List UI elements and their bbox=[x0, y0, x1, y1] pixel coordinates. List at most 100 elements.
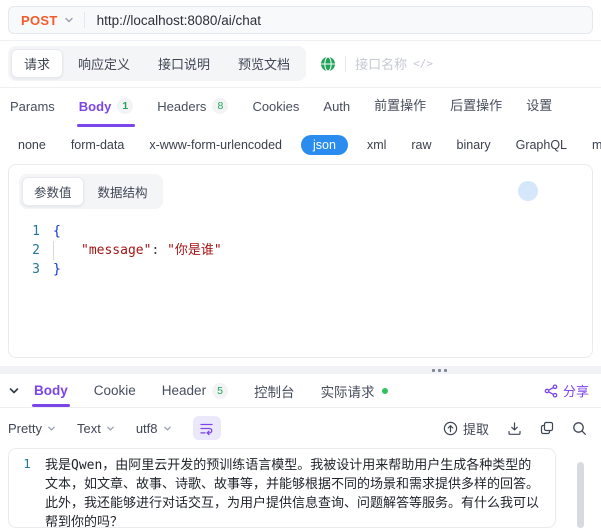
share-button[interactable]: 分享 bbox=[544, 381, 589, 400]
code-icon: </> bbox=[413, 57, 433, 70]
body-type-urlencoded[interactable]: x-www-form-urlencoded bbox=[149, 138, 282, 152]
word-wrap-toggle[interactable] bbox=[192, 416, 221, 440]
tab-label: 响应定义 bbox=[78, 57, 131, 72]
body-type-xml[interactable]: xml bbox=[367, 138, 386, 152]
collapse-panel-button[interactable] bbox=[8, 385, 20, 397]
tab-response-definition[interactable]: 响应定义 bbox=[65, 49, 143, 78]
code-line: 3 } bbox=[19, 260, 582, 279]
tab-request[interactable]: 请求 bbox=[11, 49, 64, 78]
chevron-down-icon bbox=[163, 426, 171, 431]
toolbar-right-group: 提取 bbox=[443, 419, 587, 438]
chevron-down-icon bbox=[48, 426, 55, 431]
status-dot bbox=[381, 387, 388, 394]
json-editor-panel: 参数值 数据结构 1 { 2 "message": "你是谁" 3 } bbox=[8, 164, 593, 358]
body-type-none[interactable]: none bbox=[18, 138, 46, 152]
tab-data-structure[interactable]: 数据结构 bbox=[86, 177, 160, 206]
extract-icon bbox=[443, 421, 458, 435]
extract-button[interactable]: 提取 bbox=[443, 419, 489, 438]
code-line: 1 { bbox=[19, 222, 582, 241]
line-number: 3 bbox=[32, 262, 40, 277]
token-value: "你是谁" bbox=[167, 243, 222, 258]
tab-response-body[interactable]: Body bbox=[32, 374, 70, 407]
tab-label: Params bbox=[10, 99, 55, 114]
body-type-graphql[interactable]: GraphQL bbox=[516, 138, 567, 152]
tab-headers[interactable]: Headers 8 bbox=[157, 98, 229, 127]
code-content: { bbox=[53, 222, 61, 241]
download-icon bbox=[508, 421, 521, 435]
method-label: POST bbox=[21, 12, 58, 28]
tab-label: 前置操作 bbox=[374, 98, 427, 113]
tab-label: 请求 bbox=[24, 57, 51, 72]
tab-label: 后置操作 bbox=[450, 98, 503, 113]
tab-console[interactable]: 控制台 bbox=[254, 374, 295, 407]
line-number: 1 bbox=[32, 224, 40, 239]
tab-pre-actions[interactable]: 前置操作 bbox=[374, 95, 426, 127]
tab-response-header[interactable]: Header 5 bbox=[162, 374, 229, 407]
drag-dots-icon bbox=[432, 368, 447, 372]
response-text: 我是Qwen，由阿里云开发的预训练语言模型。我被设计用来帮助用户生成各种类型的文… bbox=[45, 458, 540, 528]
copy-icon bbox=[540, 421, 554, 435]
body-type-json[interactable]: json bbox=[301, 135, 348, 155]
search-button[interactable] bbox=[572, 421, 587, 436]
body-type-raw[interactable]: raw bbox=[411, 138, 431, 152]
dropdown-value: Pretty bbox=[8, 420, 42, 436]
body-type-row: none form-data x-www-form-urlencoded jso… bbox=[0, 127, 601, 164]
search-icon bbox=[573, 421, 586, 435]
view-mode-dropdown[interactable]: Text bbox=[77, 421, 115, 436]
tab-label: 设置 bbox=[526, 98, 553, 113]
doc-tabs-segmented: 请求 响应定义 接口说明 预览文档 bbox=[8, 46, 307, 81]
chevron-down-icon bbox=[106, 426, 114, 431]
tab-post-actions[interactable]: 后置操作 bbox=[450, 95, 502, 127]
tab-body[interactable]: Body 1 bbox=[76, 98, 135, 127]
code-content: "message": "你是谁" bbox=[53, 241, 222, 260]
token-brace: { bbox=[53, 224, 61, 239]
response-toolbar: Pretty Text utf8 提取 bbox=[0, 408, 601, 448]
request-tabs-row: Params Body 1 Headers 8 Cookies Auth 前置操作 … bbox=[0, 88, 601, 127]
copy-button[interactable] bbox=[540, 421, 554, 435]
scrollbar-thumb[interactable] bbox=[577, 462, 584, 528]
tab-label: 预览文档 bbox=[238, 57, 291, 72]
dropdown-value: Text bbox=[76, 420, 101, 436]
tab-label: Body bbox=[34, 383, 68, 398]
tab-label: 接口说明 bbox=[158, 57, 211, 72]
share-icon bbox=[544, 383, 558, 398]
extract-label: 提取 bbox=[462, 421, 489, 437]
tab-label: 数据结构 bbox=[97, 186, 148, 200]
encoding-dropdown[interactable]: utf8 bbox=[136, 421, 172, 436]
tab-label: 实际请求 bbox=[320, 384, 375, 400]
tab-label: Headers bbox=[157, 98, 207, 114]
line-number: 1 bbox=[23, 456, 31, 471]
share-label: 分享 bbox=[562, 384, 589, 399]
tab-api-description[interactable]: 接口说明 bbox=[145, 49, 223, 78]
tab-label: Auth bbox=[323, 99, 351, 114]
doc-tabs-row: 请求 响应定义 接口说明 预览文档 接口名称 </> bbox=[0, 41, 601, 88]
token-key: "message" bbox=[81, 243, 152, 258]
method-dropdown[interactable]: POST bbox=[9, 13, 84, 28]
dropdown-value: utf8 bbox=[135, 420, 158, 436]
tab-auth[interactable]: Auth bbox=[323, 99, 350, 127]
token-colon: : bbox=[151, 243, 168, 258]
body-type-form-data[interactable]: form-data bbox=[71, 138, 125, 152]
response-tabs: Body Cookie Header 5 控制台 实际请求 bbox=[32, 374, 388, 407]
tab-actual-request[interactable]: 实际请求 bbox=[321, 374, 388, 407]
divider bbox=[345, 55, 347, 72]
tab-label: 控制台 bbox=[254, 384, 295, 400]
line-number: 2 bbox=[32, 243, 40, 258]
download-button[interactable] bbox=[507, 421, 522, 436]
format-mode-dropdown[interactable]: Pretty bbox=[8, 421, 56, 436]
floating-helper-button[interactable] bbox=[518, 181, 538, 201]
tab-response-cookie[interactable]: Cookie bbox=[94, 374, 136, 407]
tab-param-value[interactable]: 参数值 bbox=[22, 177, 84, 206]
body-type-msgpack[interactable]: msgpack bbox=[592, 138, 601, 152]
url-input[interactable]: http://localhost:8080/ai/chat bbox=[85, 13, 592, 28]
tab-params[interactable]: Params bbox=[10, 99, 55, 127]
api-name-placeholder[interactable]: 接口名称 bbox=[355, 54, 407, 73]
tab-settings[interactable]: 设置 bbox=[526, 95, 552, 127]
panel-resize-handle[interactable] bbox=[0, 366, 601, 374]
json-code-editor[interactable]: 1 { 2 "message": "你是谁" 3 } bbox=[19, 222, 582, 279]
tab-badge: 8 bbox=[212, 98, 229, 114]
tab-cookies[interactable]: Cookies bbox=[252, 99, 299, 127]
tab-preview-docs[interactable]: 预览文档 bbox=[225, 49, 303, 78]
body-type-binary[interactable]: binary bbox=[457, 138, 491, 152]
tab-badge: 5 bbox=[212, 382, 229, 399]
